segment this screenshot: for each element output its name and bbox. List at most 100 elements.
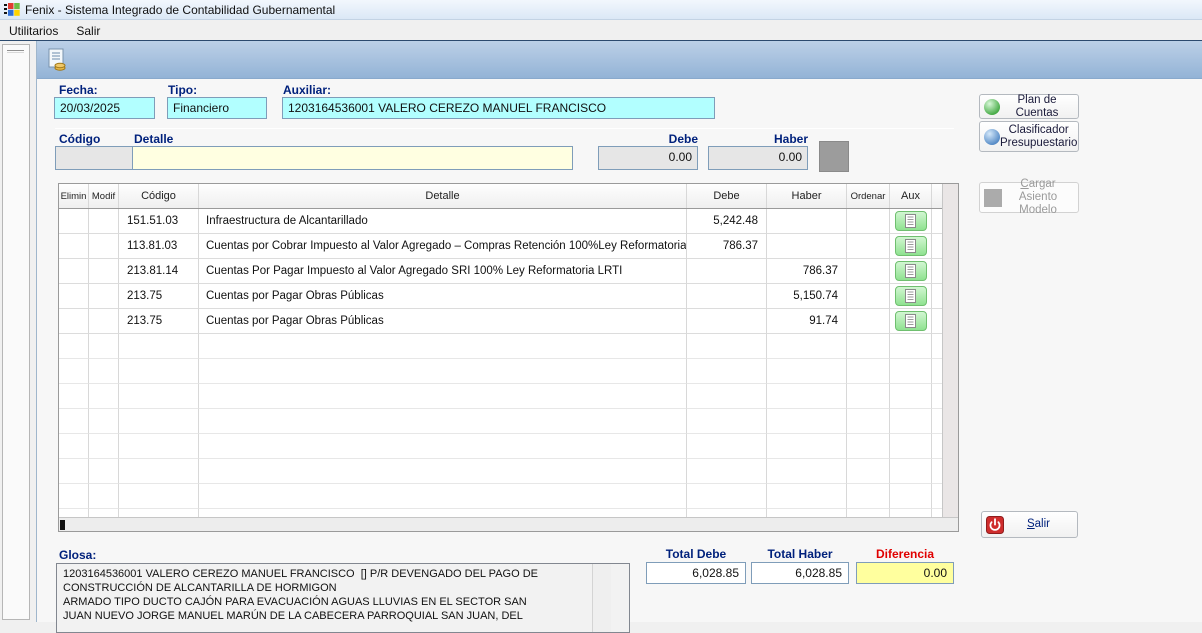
table-row[interactable]: 113.81.03 Cuentas por Cobrar Impuesto al… [59,234,944,259]
menu-salir[interactable]: Salir [67,22,109,40]
salir-button[interactable]: Salir [981,511,1078,538]
document-icon [905,239,916,253]
table-row[interactable]: 213.81.14 Cuentas Por Pagar Impuesto al … [59,259,944,284]
ordenar-cell [847,209,890,234]
haber-cell: 5,150.74 [767,284,847,309]
modif-cell[interactable] [89,259,119,284]
table-row[interactable]: 213.75 Cuentas por Pagar Obras Públicas … [59,309,944,334]
debe-cell: 786.37 [687,234,767,259]
table-row[interactable]: 151.51.03 Infraestructura de Alcantarill… [59,209,944,234]
debe-label: Debe [628,132,698,146]
clasificador-presupuestario-button[interactable]: Clasificador Presupuestario [979,121,1079,152]
debe-cell: 5,242.48 [687,209,767,234]
aux-cell [890,284,932,309]
ordenar-cell [847,284,890,309]
elimin-cell[interactable] [59,309,89,334]
document-icon [905,289,916,303]
codigo-cell: 213.75 [119,284,199,309]
aux-cell [890,234,932,259]
entries-table: Elimin Modif Código Detalle Debe Haber O… [58,183,959,532]
debe-cell [687,309,767,334]
table-empty-row [59,459,944,484]
main-panel: Fecha: 20/03/2025 Tipo: Financiero Auxil… [36,41,1202,622]
power-icon [986,516,1004,534]
aux-button[interactable] [895,311,927,331]
table-horizontal-scrollbar[interactable] [59,517,959,531]
modif-cell[interactable] [89,309,119,334]
menu-utilitarios[interactable]: Utilitarios [0,22,67,40]
aux-cell [890,309,932,334]
tipo-input[interactable]: Financiero [167,97,267,119]
app-window-icon [4,2,20,17]
col-elimin: Elimin [59,184,89,208]
modif-cell[interactable] [89,234,119,259]
table-empty-row [59,484,944,509]
table-empty-row [59,434,944,459]
codigo-label: Código [59,132,100,146]
separator-line [55,128,954,129]
haber-cell [767,209,847,234]
diferencia-label: Diferencia [856,547,954,561]
total-haber-label: Total Haber [751,547,849,561]
glosa-label: Glosa: [59,548,96,562]
cargar-asiento-modelo-button[interactable]: Cargar Asiento Modelo [979,182,1079,213]
salir-label: Salir [1004,518,1073,531]
glosa-textarea[interactable]: 1203164536001 VALERO CEREZO MANUEL FRANC… [56,563,630,633]
table-empty-row [59,359,944,384]
tipo-label: Tipo: [168,83,197,97]
table-empty-row [59,384,944,409]
auxiliar-input[interactable]: 1203164536001 VALERO CEREZO MANUEL FRANC… [282,97,715,119]
aux-button[interactable] [895,211,927,231]
elimin-cell[interactable] [59,284,89,309]
haber-cell: 91.74 [767,309,847,334]
detalle-cell: Cuentas Por Pagar Impuesto al Valor Agre… [199,259,687,284]
col-codigo: Código [119,184,199,208]
window-title: Fenix - Sistema Integrado de Contabilida… [25,3,335,17]
ordenar-cell [847,259,890,284]
menu-bar: Utilitarios Salir [0,21,1202,41]
col-haber: Haber [767,184,847,208]
gray-square-icon [984,189,1002,207]
table-empty-row [59,334,944,359]
detalle-cell: Cuentas por Cobrar Impuesto al Valor Agr… [199,234,687,259]
col-aux: Aux [890,184,932,208]
clasificador-label: Clasificador Presupuestario [1000,124,1077,150]
modif-cell[interactable] [89,284,119,309]
codigo-cell: 151.51.03 [119,209,199,234]
left-collapsed-panel[interactable] [2,44,30,620]
elimin-cell[interactable] [59,209,89,234]
modif-cell[interactable] [89,209,119,234]
document-coins-icon[interactable] [47,48,69,72]
debe-cell [687,259,767,284]
document-icon [905,264,916,278]
detalle-cell: Cuentas por Pagar Obras Públicas [199,284,687,309]
splitter-grip[interactable] [7,50,24,53]
haber-cell: 786.37 [767,259,847,284]
aux-button[interactable] [895,236,927,256]
entry-action-button[interactable] [819,141,849,172]
aux-button[interactable] [895,286,927,306]
elimin-cell[interactable] [59,259,89,284]
green-sphere-icon [984,99,1000,115]
diferencia-field: 0.00 [856,562,954,584]
document-icon [905,314,916,328]
plan-de-cuentas-label: Plan de Cuentas [1000,94,1074,120]
document-icon [905,214,916,228]
table-vertical-scrollbar[interactable] [942,184,958,518]
plan-de-cuentas-button[interactable]: Plan de Cuentas [979,94,1079,119]
debe-input[interactable]: 0.00 [598,146,698,170]
haber-label: Haber [738,132,808,146]
aux-button[interactable] [895,261,927,281]
fecha-input[interactable]: 20/03/2025 [54,97,155,119]
detalle-input[interactable] [132,146,573,170]
elimin-cell[interactable] [59,234,89,259]
auxiliar-label: Auxiliar: [283,83,331,97]
total-debe-label: Total Debe [646,547,746,561]
haber-input[interactable]: 0.00 [708,146,808,170]
table-header-row: Elimin Modif Código Detalle Debe Haber O… [59,184,944,209]
col-debe: Debe [687,184,767,208]
col-modif: Modif [89,184,119,208]
scrollbar-thumb[interactable] [60,520,65,530]
debe-cell [687,284,767,309]
table-row[interactable]: 213.75 Cuentas por Pagar Obras Públicas … [59,284,944,309]
